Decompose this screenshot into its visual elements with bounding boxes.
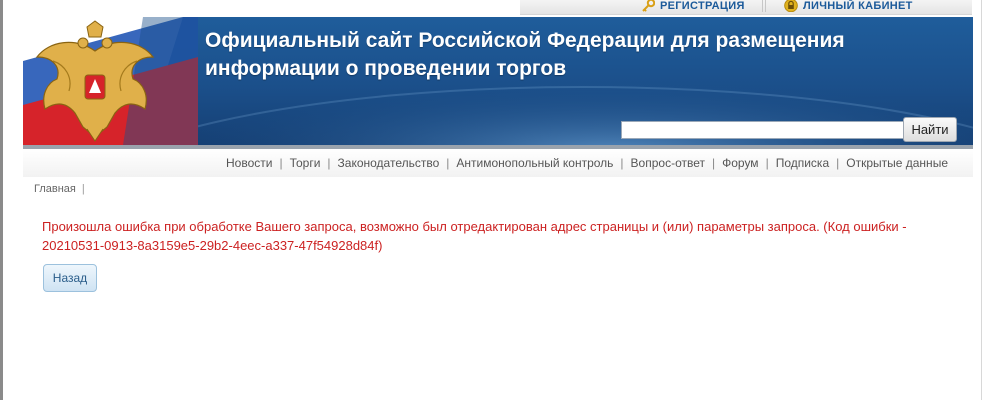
site-title: Официальный сайт Российской Федерации дл… xyxy=(205,27,905,83)
nav-item-tenders[interactable]: Торги xyxy=(290,156,321,170)
nav-separator: | xyxy=(327,156,331,170)
site-title-line-1: Официальный сайт Российской Федерации дл… xyxy=(205,29,845,52)
breadcrumb: Главная | xyxy=(34,183,85,195)
nav-item-open-data[interactable]: Открытые данные xyxy=(846,156,948,170)
nav-item-news[interactable]: Новости xyxy=(226,156,272,170)
nav-separator: | xyxy=(836,156,840,170)
nav-separator: | xyxy=(620,156,624,170)
search-button[interactable]: Найти xyxy=(903,117,957,142)
nav-item-antimonopoly[interactable]: Антимонопольный контроль xyxy=(456,156,613,170)
lock-icon xyxy=(784,0,798,12)
nav-item-qa[interactable]: Вопрос-ответ xyxy=(631,156,705,170)
nav-separator: | xyxy=(765,156,769,170)
registration-label: РЕГИСТРАЦИЯ xyxy=(660,0,745,12)
nav-separator: | xyxy=(446,156,450,170)
main-navigation-list: Новости | Торги | Законодательство | Антимо… xyxy=(226,156,948,170)
main-navigation: Новости | Торги | Законодательство | Антимо… xyxy=(23,149,973,177)
key-icon xyxy=(642,0,655,12)
left-edge-rule xyxy=(0,0,3,400)
search-input[interactable] xyxy=(621,121,909,139)
breadcrumb-home-link[interactable]: Главная xyxy=(34,183,76,195)
site-title-line-2: информации о проведении торгов xyxy=(205,57,567,80)
nav-item-forum[interactable]: Форум xyxy=(722,156,758,170)
error-message: Произошла ошибка при обработке Вашего за… xyxy=(42,219,907,253)
top-links-divider xyxy=(762,0,766,12)
nav-separator: | xyxy=(711,156,716,170)
top-bar: РЕГИСТРАЦИЯ ЛИЧНЫЙ КАБИНЕТ xyxy=(0,0,982,16)
back-button[interactable]: Назад xyxy=(43,264,97,292)
nav-item-subscription[interactable]: Подписка xyxy=(776,156,829,170)
nav-item-legislation[interactable]: Законодательство xyxy=(338,156,440,170)
nav-separator: | xyxy=(279,156,283,170)
site-banner: Официальный сайт Российской Федерации дл… xyxy=(23,17,973,145)
personal-cabinet-label: ЛИЧНЫЙ КАБИНЕТ xyxy=(803,0,913,12)
breadcrumb-separator: | xyxy=(81,183,85,195)
